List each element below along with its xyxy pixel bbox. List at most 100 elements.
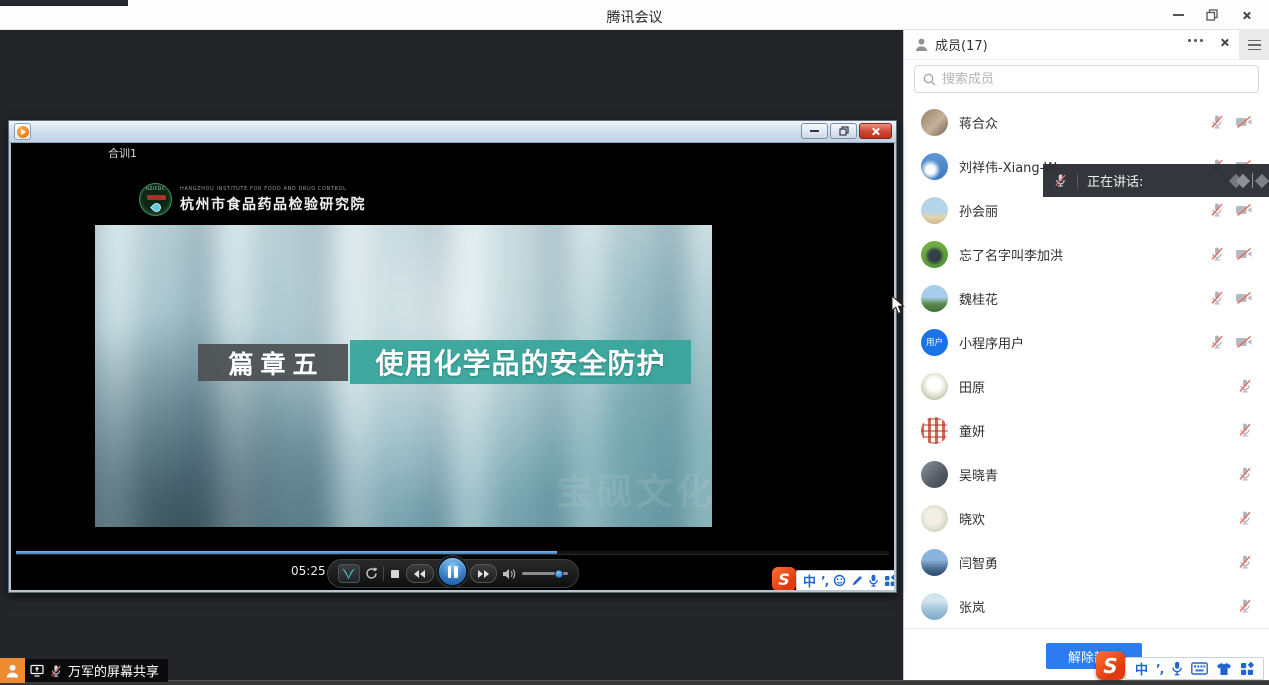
stop-icon xyxy=(391,570,399,578)
panel-close-button[interactable] xyxy=(1220,38,1229,47)
restore-icon xyxy=(1206,9,1218,21)
stop-button[interactable] xyxy=(389,570,401,578)
member-name: 童妍 xyxy=(959,421,1226,440)
media-player-window[interactable]: 合训1 HZIFDC HANGZHOU INSTITUTE FOR FOOD A… xyxy=(8,120,897,593)
presenter-avatar-icon[interactable] xyxy=(0,658,25,683)
ime-toolbar-small: S 中 ’, xyxy=(772,567,894,590)
member-row[interactable]: 吴晓青 xyxy=(904,452,1269,496)
member-row[interactable]: 张岚 xyxy=(904,584,1269,628)
panel-menu-button[interactable] xyxy=(1239,30,1269,60)
restore-button[interactable] xyxy=(1195,0,1229,30)
member-row[interactable]: 蒋合众 xyxy=(904,100,1269,144)
panel-close-icon xyxy=(1220,38,1229,47)
ime-keyboard-icon[interactable] xyxy=(1191,662,1208,675)
app-titlebar: 腾讯会议 xyxy=(0,0,1269,30)
mic-muted-icon[interactable] xyxy=(1237,510,1253,526)
ime-punct-toggle[interactable]: ’, xyxy=(1156,662,1163,676)
member-row[interactable]: 忘了名字叫李加洪 xyxy=(904,232,1269,276)
screen-share-icon xyxy=(30,664,44,677)
member-name: 张岚 xyxy=(959,597,1226,616)
camera-muted-icon[interactable] xyxy=(1235,247,1253,261)
avatar xyxy=(921,373,948,400)
fast-forward-button[interactable] xyxy=(470,564,498,583)
mic-muted-icon[interactable] xyxy=(1237,554,1253,570)
seek-bar[interactable] xyxy=(16,550,889,555)
ime-grid-icon[interactable] xyxy=(1240,662,1254,676)
mic-muted-icon[interactable] xyxy=(1237,422,1253,438)
pause-button[interactable] xyxy=(437,556,468,587)
mic-muted-icon[interactable] xyxy=(1237,378,1253,394)
close-button[interactable] xyxy=(1229,0,1263,30)
player-minimize-icon xyxy=(810,130,819,132)
taskbar-strip[interactable] xyxy=(0,680,1269,685)
ime-mic-icon[interactable] xyxy=(1171,661,1183,676)
volume-slider[interactable] xyxy=(522,572,568,575)
member-row[interactable]: 用户 小程序用户 xyxy=(904,320,1269,364)
ime-toolbar-main: S 中 ’, xyxy=(1096,651,1264,680)
rewind-button[interactable] xyxy=(406,564,434,583)
institute-logo-icon: HZIFDC xyxy=(139,183,172,216)
video-corner-label: 合训1 xyxy=(108,145,137,161)
presenter-badge[interactable]: 万军的屏幕共享 xyxy=(0,658,168,683)
player-minimize-button[interactable] xyxy=(801,123,828,139)
member-search-input[interactable] xyxy=(942,72,1250,87)
mouse-cursor xyxy=(891,295,905,315)
player-titlebar[interactable] xyxy=(9,121,896,143)
progress-fill xyxy=(16,551,557,554)
pencil-icon[interactable] xyxy=(851,575,863,587)
repeat-button[interactable] xyxy=(365,567,378,580)
member-name: 魏桂花 xyxy=(959,289,1198,308)
sogou-logo-icon[interactable]: S xyxy=(772,567,796,590)
emoji-icon[interactable] xyxy=(833,574,846,587)
camera-muted-icon[interactable] xyxy=(1235,335,1253,349)
member-name: 吴晓青 xyxy=(959,465,1226,484)
members-header: 成员(17) xyxy=(904,30,1269,60)
minimize-button[interactable] xyxy=(1161,0,1195,30)
member-search-box[interactable] xyxy=(914,65,1259,93)
avatar xyxy=(921,549,948,576)
mic-muted-icon[interactable] xyxy=(1209,334,1225,350)
volume-button[interactable] xyxy=(502,568,517,580)
panel-more-button[interactable] xyxy=(1188,39,1203,42)
member-row[interactable]: 魏桂花 xyxy=(904,276,1269,320)
avatar xyxy=(921,505,948,532)
mic-muted-icon[interactable] xyxy=(1209,114,1225,130)
player-close-button[interactable] xyxy=(859,123,892,139)
mic-muted-icon[interactable] xyxy=(1237,466,1253,482)
minimize-icon xyxy=(1173,14,1184,16)
avatar xyxy=(921,417,948,444)
panel-footer-divider xyxy=(904,628,1269,629)
sogou-logo-icon[interactable]: S xyxy=(1096,651,1125,680)
repeat-icon xyxy=(365,567,378,580)
member-row[interactable]: 晓欢 xyxy=(904,496,1269,540)
volume-knob[interactable] xyxy=(554,569,563,578)
speaking-toast: 正在讲话: xyxy=(1043,164,1269,197)
mic-muted-icon[interactable] xyxy=(1209,202,1225,218)
ime-mic-icon[interactable] xyxy=(868,574,879,587)
camera-muted-icon[interactable] xyxy=(1235,203,1253,217)
elapsed-time: 05:25 xyxy=(291,564,326,578)
member-row[interactable]: 田原 xyxy=(904,364,1269,408)
mic-muted-icon[interactable] xyxy=(1209,246,1225,262)
ime-lang-toggle[interactable]: 中 xyxy=(1135,659,1148,678)
mic-muted-icon[interactable] xyxy=(1209,290,1225,306)
ime-skin-icon[interactable] xyxy=(1216,662,1232,676)
member-name: 蒋合众 xyxy=(959,113,1198,132)
avatar xyxy=(921,593,948,620)
member-row[interactable]: 童妍 xyxy=(904,408,1269,452)
toast-divider xyxy=(1077,173,1078,189)
camera-muted-icon[interactable] xyxy=(1235,291,1253,305)
member-row[interactable]: 闫智勇 xyxy=(904,540,1269,584)
video-content[interactable]: 合训1 HZIFDC HANGZHOU INSTITUTE FOR FOOD A… xyxy=(11,143,894,590)
ime-lang-toggle[interactable]: 中 xyxy=(803,571,816,590)
member-name: 孙会丽 xyxy=(959,201,1198,220)
chapter-title: 使用化学品的安全防护 xyxy=(350,340,691,384)
mic-muted-icon[interactable] xyxy=(1237,598,1253,614)
ime-grid-icon[interactable] xyxy=(884,575,894,587)
ime-punct-toggle[interactable]: ’, xyxy=(821,574,828,588)
player-restore-button[interactable] xyxy=(830,123,857,139)
institute-logo-row: HZIFDC HANGZHOU INSTITUTE FOR FOOD AND D… xyxy=(139,183,366,216)
player-logo-button[interactable] xyxy=(338,564,360,583)
avatar xyxy=(921,197,948,224)
camera-muted-icon[interactable] xyxy=(1235,115,1253,129)
